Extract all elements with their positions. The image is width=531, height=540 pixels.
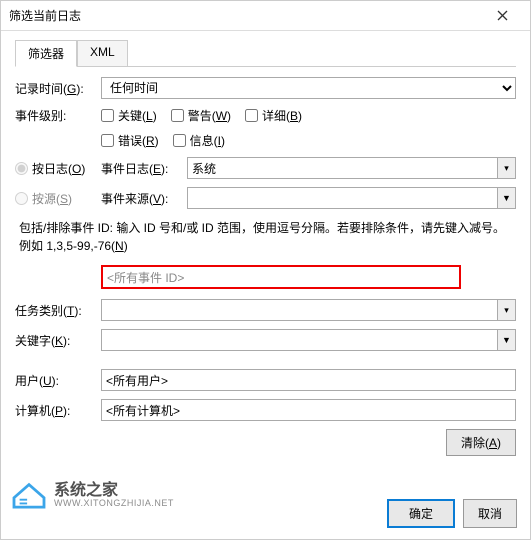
tabs: 筛选器 XML — [15, 39, 516, 67]
task-label: 任务类别(T): — [15, 302, 101, 319]
chevron-down-icon: ▾ — [498, 299, 516, 321]
watermark-url: WWW.XITONGZHIJIA.NET — [54, 499, 174, 509]
watermark-name: 系统之家 — [54, 482, 174, 500]
cancel-button[interactable]: 取消 — [463, 499, 517, 528]
close-button[interactable] — [482, 2, 522, 30]
source-label: 事件来源(V): — [101, 190, 187, 207]
logo-icon — [10, 479, 48, 512]
radio-bylog[interactable]: 按日志(O) — [15, 160, 101, 177]
user-input[interactable] — [101, 369, 516, 391]
close-icon — [497, 10, 508, 21]
ok-button[interactable]: 确定 — [387, 499, 455, 528]
computer-input[interactable] — [101, 399, 516, 421]
event-id-input[interactable]: <所有事件 ID> — [101, 265, 461, 289]
eventlog-value: 系统 — [187, 157, 498, 179]
clear-button[interactable]: 清除(A) — [446, 429, 516, 456]
user-label: 用户(U): — [15, 372, 101, 389]
level-verbose[interactable]: 详细(B) — [245, 107, 302, 124]
chevron-down-icon: ▼ — [498, 187, 516, 209]
eventlog-label: 事件日志(E): — [101, 160, 187, 177]
computer-label: 计算机(P): — [15, 402, 101, 419]
watermark: 系统之家 WWW.XITONGZHIJIA.NET — [10, 479, 174, 512]
radio-bysource[interactable]: 按源(S) — [15, 190, 101, 207]
task-select[interactable]: ▾ — [101, 299, 516, 321]
level-critical[interactable]: 关键(L) — [101, 107, 157, 124]
chevron-down-icon: ▾ — [498, 157, 516, 179]
source-select[interactable]: ▼ — [187, 187, 516, 209]
logtime-label: 记录时间(G): — [15, 80, 101, 97]
tab-xml[interactable]: XML — [77, 40, 128, 67]
window-title: 筛选当前日志 — [9, 7, 482, 24]
help-text: 包括/排除事件 ID: 输入 ID 号和/或 ID 范围，使用逗号分隔。若要排除… — [19, 219, 512, 255]
keyword-label: 关键字(K): — [15, 332, 101, 349]
level-warning[interactable]: 警告(W) — [171, 107, 231, 124]
level-info[interactable]: 信息(I) — [173, 132, 225, 149]
titlebar: 筛选当前日志 — [1, 1, 530, 31]
logtime-select[interactable]: 任何时间 — [101, 77, 516, 99]
tab-filter[interactable]: 筛选器 — [15, 40, 77, 67]
eventlog-select[interactable]: 系统▾ — [187, 157, 516, 179]
chevron-down-icon: ▼ — [498, 329, 516, 351]
level-error[interactable]: 错误(R) — [101, 132, 159, 149]
keyword-select[interactable]: ▼ — [101, 329, 516, 351]
level-label: 事件级别: — [15, 107, 101, 124]
